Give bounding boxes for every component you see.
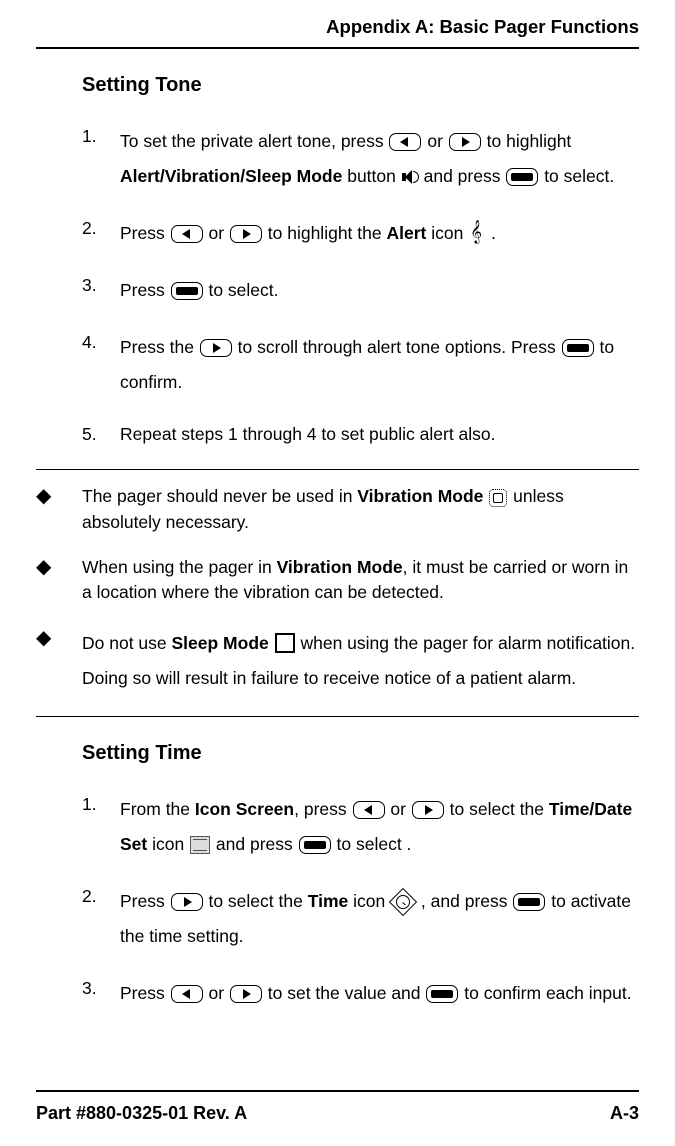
right-arrow-button-icon xyxy=(230,985,262,1003)
text: icon xyxy=(426,223,468,243)
vibration-mode-label: Vibration Mode xyxy=(357,486,483,506)
text: to confirm each input. xyxy=(459,983,631,1003)
text: , and press xyxy=(416,891,512,911)
step-1: To set the private alert tone, press or … xyxy=(82,124,639,194)
page-footer: Part #880-0325-01 Rev. A A-3 xyxy=(36,1090,639,1126)
left-arrow-button-icon xyxy=(171,985,203,1003)
select-button-icon xyxy=(171,282,203,300)
text: . xyxy=(486,223,496,243)
caution-notes: ◆ The pager should never be used in Vibr… xyxy=(36,469,639,717)
time-label: Time xyxy=(308,891,349,911)
text: Repeat steps 1 through 4 to set public a… xyxy=(120,424,496,444)
sleep-mode-label: Sleep Mode xyxy=(172,633,269,653)
text: to select. xyxy=(204,280,279,300)
alert-label: Alert xyxy=(386,223,426,243)
right-arrow-button-icon xyxy=(200,339,232,357)
left-arrow-button-icon xyxy=(389,133,421,151)
text: Press xyxy=(120,983,170,1003)
step-2: Press or to highlight the Alert icon . xyxy=(82,216,639,251)
text: Do not use xyxy=(82,633,172,653)
section-heading-setting-time: Setting Time xyxy=(82,739,639,768)
text: to select the xyxy=(445,799,549,819)
setting-tone-steps: To set the private alert tone, press or … xyxy=(82,124,639,447)
text: to highlight xyxy=(482,131,572,151)
text: to highlight the xyxy=(263,223,387,243)
right-arrow-button-icon xyxy=(412,801,444,819)
text: to select. xyxy=(539,166,614,186)
time-clock-icon xyxy=(389,888,417,916)
text: button xyxy=(342,166,400,186)
step-3: Press to select. xyxy=(82,273,639,308)
text: To set the private alert tone, press xyxy=(120,131,388,151)
note-sleep-mode-caution: ◆ Do not use Sleep Mode when using the p… xyxy=(36,626,639,696)
text: and press xyxy=(211,834,298,854)
vibration-icon xyxy=(489,489,507,507)
vibration-mode-label: Vibration Mode xyxy=(277,557,403,577)
diamond-bullet-icon: ◆ xyxy=(36,555,82,577)
sleep-mode-icon xyxy=(275,633,295,653)
text: icon xyxy=(147,834,189,854)
select-button-icon xyxy=(426,985,458,1003)
select-button-icon xyxy=(513,893,545,911)
text: and press xyxy=(419,166,506,186)
diamond-bullet-icon: ◆ xyxy=(36,484,82,506)
text: to set the value and xyxy=(263,983,425,1003)
text: Press the xyxy=(120,337,199,357)
alert-vibration-sleep-mode-label: Alert/Vibration/Sleep Mode xyxy=(120,166,342,186)
right-arrow-button-icon xyxy=(171,893,203,911)
step-4: Press the to scroll through alert tone o… xyxy=(82,330,639,400)
text: or xyxy=(204,223,229,243)
note-vibration-mode-carry: ◆ When using the pager in Vibration Mode… xyxy=(36,555,639,606)
text: When using the pager in xyxy=(82,557,277,577)
speaker-icon xyxy=(402,169,418,185)
time-step-1: From the Icon Screen, press or to select… xyxy=(82,792,639,862)
left-arrow-button-icon xyxy=(171,225,203,243)
right-arrow-button-icon xyxy=(230,225,262,243)
time-date-set-icon xyxy=(190,836,210,854)
text: to scroll through alert tone options. Pr… xyxy=(233,337,561,357)
select-button-icon xyxy=(299,836,331,854)
music-note-icon xyxy=(470,224,484,244)
text: Press xyxy=(120,223,170,243)
icon-screen-label: Icon Screen xyxy=(195,799,294,819)
text: From the xyxy=(120,799,195,819)
left-arrow-button-icon xyxy=(353,801,385,819)
text: or xyxy=(386,799,411,819)
time-step-3: Press or to set the value and to confirm… xyxy=(82,976,639,1011)
running-header: Appendix A: Basic Pager Functions xyxy=(36,14,639,41)
text: , press xyxy=(294,799,351,819)
text: The pager should never be used in xyxy=(82,486,357,506)
text: icon xyxy=(348,891,390,911)
diamond-bullet-icon: ◆ xyxy=(36,626,82,648)
note-vibration-mode-caution: ◆ The pager should never be used in Vibr… xyxy=(36,484,639,535)
time-step-2: Press to select the Time icon , and pres… xyxy=(82,884,639,954)
select-button-icon xyxy=(506,168,538,186)
text: Press xyxy=(120,891,170,911)
header-rule xyxy=(36,47,639,49)
text: Press xyxy=(120,280,170,300)
text: to select . xyxy=(332,834,412,854)
text: or xyxy=(204,983,229,1003)
section-heading-setting-tone: Setting Tone xyxy=(82,71,639,100)
text: or xyxy=(422,131,447,151)
setting-time-steps: From the Icon Screen, press or to select… xyxy=(82,792,639,1011)
step-5: Repeat steps 1 through 4 to set public a… xyxy=(82,422,639,447)
page-number: A-3 xyxy=(610,1100,639,1126)
right-arrow-button-icon xyxy=(449,133,481,151)
part-number: Part #880-0325-01 Rev. A xyxy=(36,1100,247,1126)
text: to select the xyxy=(204,891,308,911)
select-button-icon xyxy=(562,339,594,357)
